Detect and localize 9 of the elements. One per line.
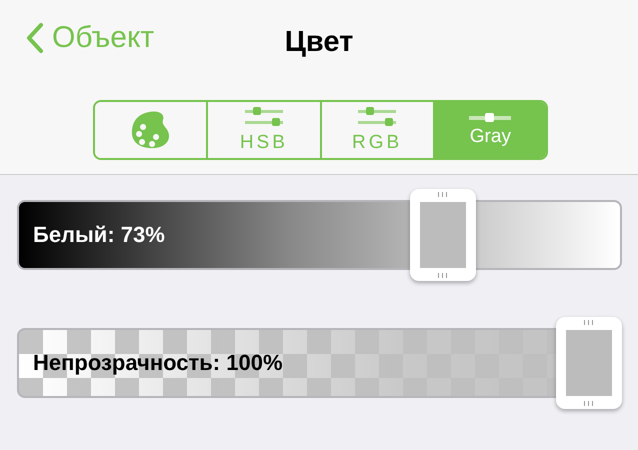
slider-handle[interactable]: [556, 317, 622, 409]
chevron-left-icon: [26, 22, 44, 54]
sliders-icon: [244, 107, 284, 129]
screen-title: Цвет: [284, 26, 354, 59]
slider-handle[interactable]: [410, 189, 476, 281]
segment-tab[interactable]: Gray: [432, 102, 546, 158]
slider-icon: [469, 113, 512, 123]
back-button[interactable]: Объект: [0, 21, 154, 55]
sliders-icon: [357, 107, 398, 129]
